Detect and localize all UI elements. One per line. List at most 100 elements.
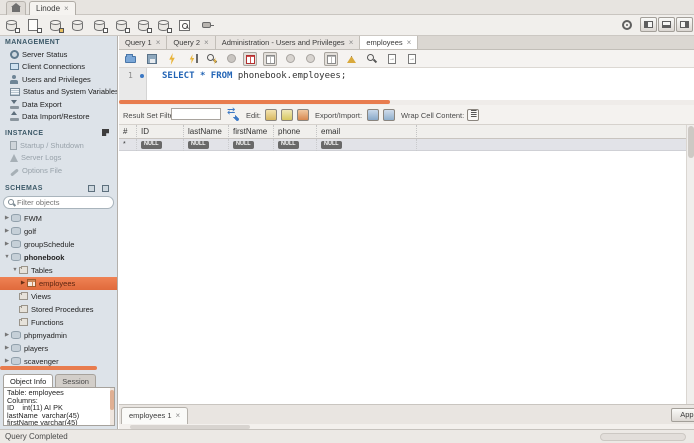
execute-query-icon[interactable] bbox=[165, 52, 179, 66]
tab-query-2[interactable]: Query 2× bbox=[167, 36, 215, 49]
create-table-icon[interactable] bbox=[93, 18, 108, 33]
tree-item-views[interactable]: Views bbox=[0, 290, 117, 303]
tab-administration[interactable]: Administration - Users and Privileges× bbox=[216, 36, 361, 49]
object-info-vscrollbar[interactable] bbox=[110, 388, 114, 425]
execute-current-statement-icon[interactable] bbox=[185, 52, 199, 66]
cell-email[interactable]: NULL bbox=[317, 139, 417, 151]
open-file-icon[interactable] bbox=[124, 52, 138, 66]
rollback-icon[interactable] bbox=[304, 52, 318, 66]
views-folder-icon bbox=[19, 293, 28, 300]
delete-record-icon[interactable] bbox=[297, 109, 309, 121]
close-icon[interactable]: × bbox=[64, 4, 69, 13]
line-number-gutter: 1 bbox=[119, 68, 147, 100]
column-header-lastname[interactable]: lastName bbox=[184, 125, 229, 139]
result-grid-vscrollbar[interactable] bbox=[686, 125, 694, 404]
cell-firstname[interactable]: NULL bbox=[229, 139, 274, 151]
schema-item-phonebook[interactable]: ▼ phonebook bbox=[0, 251, 117, 264]
migration-icon[interactable] bbox=[200, 18, 215, 33]
column-header-id[interactable]: ID bbox=[137, 125, 184, 139]
null-badge: NULL bbox=[233, 141, 254, 149]
toggle-bottom-panel-icon[interactable] bbox=[658, 17, 675, 32]
tab-result-employees-1[interactable]: employees 1× bbox=[121, 407, 188, 425]
cell-phone[interactable]: NULL bbox=[274, 139, 317, 151]
toggle-stop-on-error-icon[interactable] bbox=[243, 52, 257, 66]
sidebar-item-server-logs[interactable]: Server Logs bbox=[0, 152, 117, 165]
collapse-all-icon[interactable] bbox=[88, 185, 95, 192]
create-schema-icon[interactable] bbox=[71, 18, 86, 33]
invisible-chars-icon[interactable] bbox=[385, 52, 399, 66]
tree-item-stored-procedures[interactable]: Stored Procedures bbox=[0, 303, 117, 316]
toggle-right-panel-icon[interactable] bbox=[676, 17, 693, 32]
wrap-text-icon[interactable] bbox=[405, 52, 419, 66]
toggle-left-panel-icon[interactable] bbox=[640, 17, 657, 32]
edit-record-icon[interactable] bbox=[265, 109, 277, 121]
wrap-cell-content-icon[interactable] bbox=[467, 109, 479, 121]
sidebar-item-users-privileges[interactable]: Users and Privileges bbox=[0, 73, 117, 86]
add-record-icon[interactable] bbox=[281, 109, 293, 121]
table-row[interactable]: * NULL NULL NULL NULL NULL bbox=[119, 139, 686, 151]
schema-item-fwm[interactable]: ▶ FWM bbox=[0, 212, 117, 225]
refresh-results-icon[interactable] bbox=[227, 109, 239, 121]
toggle-autocommit-icon[interactable] bbox=[324, 52, 338, 66]
apply-button[interactable]: Apply bbox=[671, 408, 694, 422]
tab-session[interactable]: Session bbox=[55, 374, 96, 387]
null-badge: NULL bbox=[188, 141, 209, 149]
create-view-icon[interactable] bbox=[115, 18, 130, 33]
close-icon[interactable]: × bbox=[349, 38, 354, 47]
close-icon[interactable]: × bbox=[156, 38, 161, 47]
new-query-tab-icon[interactable] bbox=[27, 18, 42, 33]
refresh-schemas-icon[interactable] bbox=[102, 185, 109, 192]
stop-query-icon[interactable] bbox=[225, 52, 239, 66]
status-circle-icon[interactable] bbox=[622, 20, 632, 30]
open-sql-script-icon[interactable] bbox=[49, 18, 64, 33]
result-filter-input[interactable] bbox=[171, 108, 221, 120]
connection-tab-linode[interactable]: Linode× bbox=[29, 1, 76, 15]
commit-icon[interactable] bbox=[284, 52, 298, 66]
explain-query-icon[interactable] bbox=[205, 52, 219, 66]
tree-item-tables[interactable]: ▼ Tables bbox=[0, 264, 117, 277]
schema-item-players[interactable]: ▶ players bbox=[0, 342, 117, 355]
home-tab[interactable] bbox=[6, 1, 26, 15]
sql-editor[interactable]: 1 SELECT * FROM phonebook.employees; bbox=[119, 68, 694, 100]
sidebar-item-client-connections[interactable]: Client Connections bbox=[0, 61, 117, 74]
schema-item-phpmyadmin[interactable]: ▶ phpmyadmin bbox=[0, 329, 117, 342]
schema-item-golf[interactable]: ▶ golf bbox=[0, 225, 117, 238]
tree-item-employees[interactable]: ▶ employees bbox=[0, 277, 117, 290]
close-icon[interactable]: × bbox=[176, 411, 181, 420]
sidebar-item-options-file[interactable]: Options File bbox=[0, 164, 117, 177]
column-header-num[interactable]: # bbox=[119, 125, 137, 139]
schema-filter bbox=[3, 196, 114, 209]
find-icon[interactable] bbox=[365, 52, 379, 66]
column-header-phone[interactable]: phone bbox=[274, 125, 317, 139]
beautify-script-icon[interactable] bbox=[345, 52, 359, 66]
close-icon[interactable]: × bbox=[407, 38, 412, 47]
schema-item-groupschedule[interactable]: ▶ groupSchedule bbox=[0, 238, 117, 251]
import-records-icon[interactable] bbox=[383, 109, 395, 121]
sidebar-item-startup-shutdown[interactable]: Startup / Shutdown bbox=[0, 139, 117, 152]
client-connections-icon bbox=[10, 63, 19, 70]
column-header-email[interactable]: email bbox=[317, 125, 417, 139]
search-icon[interactable] bbox=[178, 18, 193, 33]
tab-query-1[interactable]: Query 1× bbox=[119, 36, 167, 49]
new-connection-icon[interactable] bbox=[5, 18, 20, 33]
save-script-icon[interactable] bbox=[145, 52, 159, 66]
tab-object-info[interactable]: Object Info bbox=[3, 374, 53, 387]
close-icon[interactable]: × bbox=[204, 38, 209, 47]
status-bar-scroll-thumb[interactable] bbox=[600, 433, 686, 441]
column-header-firstname[interactable]: firstName bbox=[229, 125, 274, 139]
tab-employees[interactable]: employees× bbox=[360, 36, 418, 49]
sidebar-item-data-import[interactable]: Data Import/Restore bbox=[0, 111, 117, 124]
cell-lastname[interactable]: NULL bbox=[184, 139, 229, 151]
tree-item-functions[interactable]: Functions bbox=[0, 316, 117, 329]
schema-filter-input[interactable] bbox=[17, 198, 97, 207]
cell-id[interactable]: NULL bbox=[137, 139, 184, 151]
sidebar-item-status-system-variables[interactable]: Status and System Variables bbox=[0, 86, 117, 99]
schema-icon bbox=[11, 344, 21, 352]
sidebar-item-server-status[interactable]: Server Status bbox=[0, 48, 117, 61]
create-procedure-icon[interactable] bbox=[137, 18, 152, 33]
sidebar-item-data-export[interactable]: Data Export bbox=[0, 98, 117, 111]
limit-rows-icon[interactable] bbox=[263, 52, 277, 66]
export-recordset-icon[interactable] bbox=[367, 109, 379, 121]
schema-tree-hscrollbar[interactable] bbox=[0, 366, 97, 370]
create-function-icon[interactable] bbox=[157, 18, 172, 33]
